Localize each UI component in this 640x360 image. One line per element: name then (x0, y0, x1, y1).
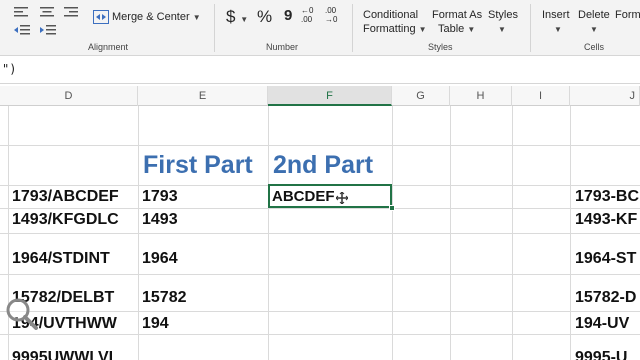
cell-d[interactable]: 9995UWWLVL (12, 349, 138, 360)
increase-decimal-button[interactable]: ←0 .00 (301, 6, 313, 24)
gridline (0, 334, 640, 335)
column-header-bar: D E F G H I J (0, 86, 640, 106)
cell-e[interactable]: 1964 (142, 250, 266, 268)
decrease-decimal-top: .00 (325, 6, 337, 15)
formula-text: ") (2, 62, 17, 76)
column-header-f[interactable]: F (268, 86, 392, 106)
merge-center-label: Merge & Center (112, 11, 190, 23)
format-as-table-label: Format As (432, 9, 483, 21)
formula-bar[interactable]: ") (0, 56, 640, 84)
cell-j[interactable]: 15782-D (575, 289, 640, 307)
cell-d[interactable]: 1964/STDINT (12, 250, 138, 268)
cell-j[interactable]: 194-UV (575, 315, 640, 333)
cell-e[interactable]: 1793 (142, 188, 266, 206)
cell-j[interactable]: 1793-BC (575, 188, 640, 206)
cell-d[interactable]: 1493/KFGDLC (12, 211, 138, 229)
magnifier-icon (6, 298, 38, 330)
conditional-formatting-label: Conditional (363, 9, 419, 21)
gridline (0, 208, 640, 209)
chevron-down-icon: ▼ (467, 25, 476, 34)
chevron-down-icon: ▼ (192, 13, 201, 22)
gridline (0, 145, 640, 146)
insert-button[interactable]: Insert ▼ (542, 8, 570, 37)
format-as-table-label-2: Table (438, 23, 465, 35)
header-first-part[interactable]: First Part (143, 151, 253, 180)
increase-decimal-top: ←0 (301, 6, 314, 15)
alignment-group-label: Alignment (88, 42, 129, 52)
fill-handle[interactable] (389, 205, 395, 211)
column-header-g[interactable]: G (392, 86, 450, 106)
currency-button[interactable]: $ ▼ (226, 7, 248, 27)
divider (352, 4, 353, 52)
cell-styles-button[interactable]: Styles ▼ (488, 8, 518, 37)
ribbon: Merge & Center ▼ Alignment $ ▼ % 9 ←0 .0… (0, 0, 640, 56)
merge-center-icon[interactable] (93, 10, 109, 24)
indent-decrease-icon[interactable] (14, 24, 30, 36)
cell-j[interactable]: 9995-U (575, 349, 640, 360)
chevron-down-icon: ▼ (590, 25, 598, 34)
align-center-icon[interactable] (40, 6, 54, 18)
cell-e[interactable]: 194 (142, 315, 266, 333)
number-group-label: Number (266, 42, 299, 52)
percent-button[interactable]: % (257, 7, 272, 27)
cell-d[interactable]: 1793/ABCDEF (12, 188, 138, 206)
gridline (0, 311, 640, 312)
cell-styles-label: Styles (488, 9, 518, 21)
active-cell-selection[interactable] (268, 184, 392, 208)
cells-group-label: Cells (584, 42, 605, 52)
delete-button[interactable]: Delete ▼ (578, 8, 610, 37)
divider (530, 4, 531, 52)
delete-label: Delete (578, 9, 610, 21)
format-label: Form (615, 9, 640, 21)
column-header-d[interactable]: D (0, 86, 138, 106)
conditional-formatting-label-2: Formatting (363, 23, 416, 35)
header-second-part[interactable]: 2nd Part (273, 151, 373, 180)
divider (214, 4, 215, 52)
align-left-icon[interactable] (14, 6, 28, 18)
worksheet-grid[interactable]: First Part 2nd Part 1793/ABCDEF 1793 ABC… (0, 106, 640, 360)
styles-group-label: Styles (428, 42, 453, 52)
cell-j[interactable]: 1964-ST (575, 250, 640, 268)
align-right-icon[interactable] (64, 6, 78, 18)
chevron-down-icon: ▼ (240, 15, 249, 24)
cell-e[interactable]: 15782 (142, 289, 266, 307)
chevron-down-icon: ▼ (418, 25, 427, 34)
column-header-i[interactable]: I (512, 86, 570, 106)
merge-center-button[interactable]: Merge & Center ▼ (112, 11, 201, 23)
gridline (0, 274, 640, 275)
cell-e[interactable]: 1493 (142, 211, 266, 229)
format-as-table-button[interactable]: Format As Table ▼ (432, 8, 482, 37)
column-header-j[interactable]: J (570, 86, 640, 106)
increase-decimal-bottom: .00 (301, 15, 313, 24)
chevron-down-icon: ▼ (554, 25, 562, 34)
currency-symbol: $ (226, 7, 236, 26)
gridline (0, 233, 640, 234)
format-button[interactable]: Form (615, 8, 640, 22)
insert-label: Insert (542, 9, 570, 21)
conditional-formatting-button[interactable]: Conditional Formatting ▼ (363, 8, 427, 37)
decrease-decimal-button[interactable]: .00 →0 (325, 6, 337, 24)
chevron-down-icon: ▼ (498, 25, 506, 34)
column-header-h[interactable]: H (450, 86, 512, 106)
cell-j[interactable]: 1493-KF (575, 211, 640, 229)
indent-increase-icon[interactable] (40, 24, 56, 36)
column-header-e[interactable]: E (138, 86, 268, 106)
cursor-icon (336, 192, 348, 204)
comma-style-button[interactable]: 9 (284, 7, 292, 24)
decrease-decimal-bottom: →0 (325, 15, 338, 24)
